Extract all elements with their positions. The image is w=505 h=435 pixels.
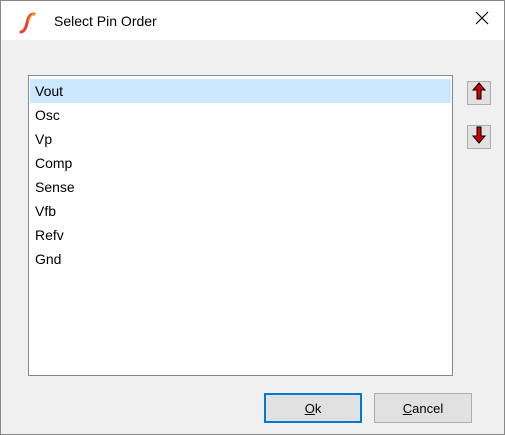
move-down-button[interactable] (467, 125, 491, 149)
list-item-pin[interactable]: Vfb (30, 199, 451, 223)
window-title: Select Pin Order (54, 13, 157, 29)
list-item-pin[interactable]: Vp (30, 127, 451, 151)
ok-label-rest: k (314, 400, 322, 416)
list-item-pin[interactable]: Gnd (30, 247, 451, 271)
title-bar[interactable]: Select Pin Order (1, 1, 504, 40)
list-item-pin[interactable]: Osc (30, 103, 451, 127)
cancel-button[interactable]: Cancel (374, 393, 472, 423)
pin-order-list[interactable]: Vout Osc Vp Comp Sense Vfb Refv Gnd (28, 75, 453, 376)
list-item-pin[interactable]: Sense (30, 175, 451, 199)
select-pin-order-dialog: Select Pin Order Vout Osc Vp Comp Sense … (0, 0, 505, 435)
list-item-pin[interactable]: Refv (30, 223, 451, 247)
cancel-mnemonic: C (402, 400, 413, 416)
list-item-pin[interactable]: Comp (30, 151, 451, 175)
list-item-pin[interactable]: Vout (30, 79, 451, 103)
ok-mnemonic: O (304, 400, 315, 416)
move-up-button[interactable] (467, 81, 491, 105)
arrow-up-icon (471, 81, 487, 105)
arrow-down-icon (471, 126, 487, 149)
close-icon (474, 10, 490, 31)
close-button[interactable] (459, 1, 504, 40)
ltspice-icon (19, 12, 39, 34)
ok-button[interactable]: Ok (264, 393, 362, 423)
cancel-label-rest: ancel (412, 400, 444, 416)
